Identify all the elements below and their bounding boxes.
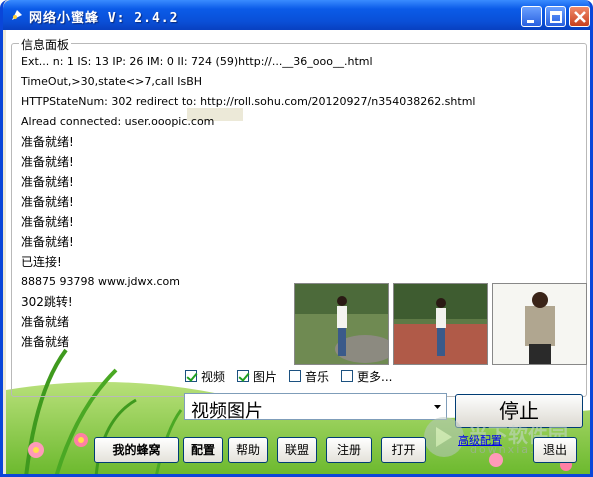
my-hive-button[interactable]: 我的蜂窝 xyxy=(94,437,179,463)
option-video[interactable]: 视频 xyxy=(185,369,226,384)
photo-image xyxy=(394,284,487,364)
alliance-button[interactable]: 联盟 xyxy=(277,437,317,463)
maximize-button[interactable] xyxy=(545,6,566,27)
open-button[interactable]: 打开 xyxy=(381,437,426,463)
log-line: 准备就绪! xyxy=(21,155,74,169)
log-line: 准备就绪! xyxy=(21,135,74,149)
more-checkbox[interactable] xyxy=(341,370,353,382)
log-line: TimeOut,>30,state<>7,call IsBH xyxy=(21,75,203,88)
info-panel: 信息面板 Ext... n: 1 IS: 13 IP: 26 IM: 0 II:… xyxy=(11,36,587,397)
log-line: 已连接! xyxy=(21,255,62,269)
help-button[interactable]: 帮助 xyxy=(228,437,268,463)
option-image[interactable]: 图片 xyxy=(237,369,278,384)
close-icon xyxy=(574,11,586,23)
type-select-value: 视频图片 xyxy=(191,401,263,422)
log-line: 准备就绪! xyxy=(21,175,74,189)
title-bar[interactable]: 网络小蜜蜂 V: 2.4.2 xyxy=(3,0,590,30)
config-button[interactable]: 配置 xyxy=(183,437,223,463)
register-button[interactable]: 注册 xyxy=(326,437,372,463)
photo-image xyxy=(295,284,388,364)
log-line: 302跳转! xyxy=(21,295,73,309)
option-label: 图片 xyxy=(253,369,278,384)
log-line: 准备就绪 xyxy=(21,335,70,349)
option-label: 视频 xyxy=(201,369,226,384)
advanced-config-link[interactable]: 高级配置 xyxy=(458,432,502,448)
maximize-icon xyxy=(550,11,562,23)
thumbnail-photo[interactable] xyxy=(492,283,587,365)
video-checkbox[interactable] xyxy=(185,370,197,382)
info-panel-title: 信息面板 xyxy=(19,36,72,53)
image-checkbox[interactable] xyxy=(237,370,249,382)
close-button[interactable] xyxy=(569,6,590,27)
option-more[interactable]: 更多... xyxy=(341,369,393,384)
log-line: HTTPStateNum: 302 redirect to: http://ro… xyxy=(21,95,476,108)
app-window: 网络小蜜蜂 V: 2.4.2 信息面板 Ext... n: 1 IS: 13 I… xyxy=(0,0,593,477)
window-title: 网络小蜜蜂 V: 2.4.2 xyxy=(29,11,179,26)
type-select[interactable]: 视频图片 xyxy=(184,393,447,422)
log-line: 准备就绪 xyxy=(21,315,70,329)
log-line: 准备就绪! xyxy=(21,195,74,209)
thumbnail-photo[interactable] xyxy=(393,283,488,365)
minimize-button[interactable] xyxy=(521,6,542,27)
minimize-icon xyxy=(527,20,534,23)
log-line: 88875 93798 www.jdwx.com xyxy=(21,275,180,288)
option-label: 更多... xyxy=(357,369,393,384)
log-line: 准备就绪! xyxy=(21,215,74,229)
thumbnail-photo[interactable] xyxy=(294,283,389,365)
music-checkbox[interactable] xyxy=(289,370,301,382)
log-line: Alread connected: user.ooopic.com xyxy=(21,115,215,128)
option-music[interactable]: 音乐 xyxy=(289,369,330,384)
client-area: 信息面板 Ext... n: 1 IS: 13 IP: 26 IM: 0 II:… xyxy=(6,30,590,474)
option-label: 音乐 xyxy=(305,369,330,384)
photo-image xyxy=(493,284,586,364)
log-line: Ext... n: 1 IS: 13 IP: 26 IM: 0 II: 724 … xyxy=(21,55,373,68)
bee-app-icon xyxy=(12,10,22,20)
exit-button[interactable]: 退出 xyxy=(533,437,577,463)
log-line: 准备就绪! xyxy=(21,235,74,249)
